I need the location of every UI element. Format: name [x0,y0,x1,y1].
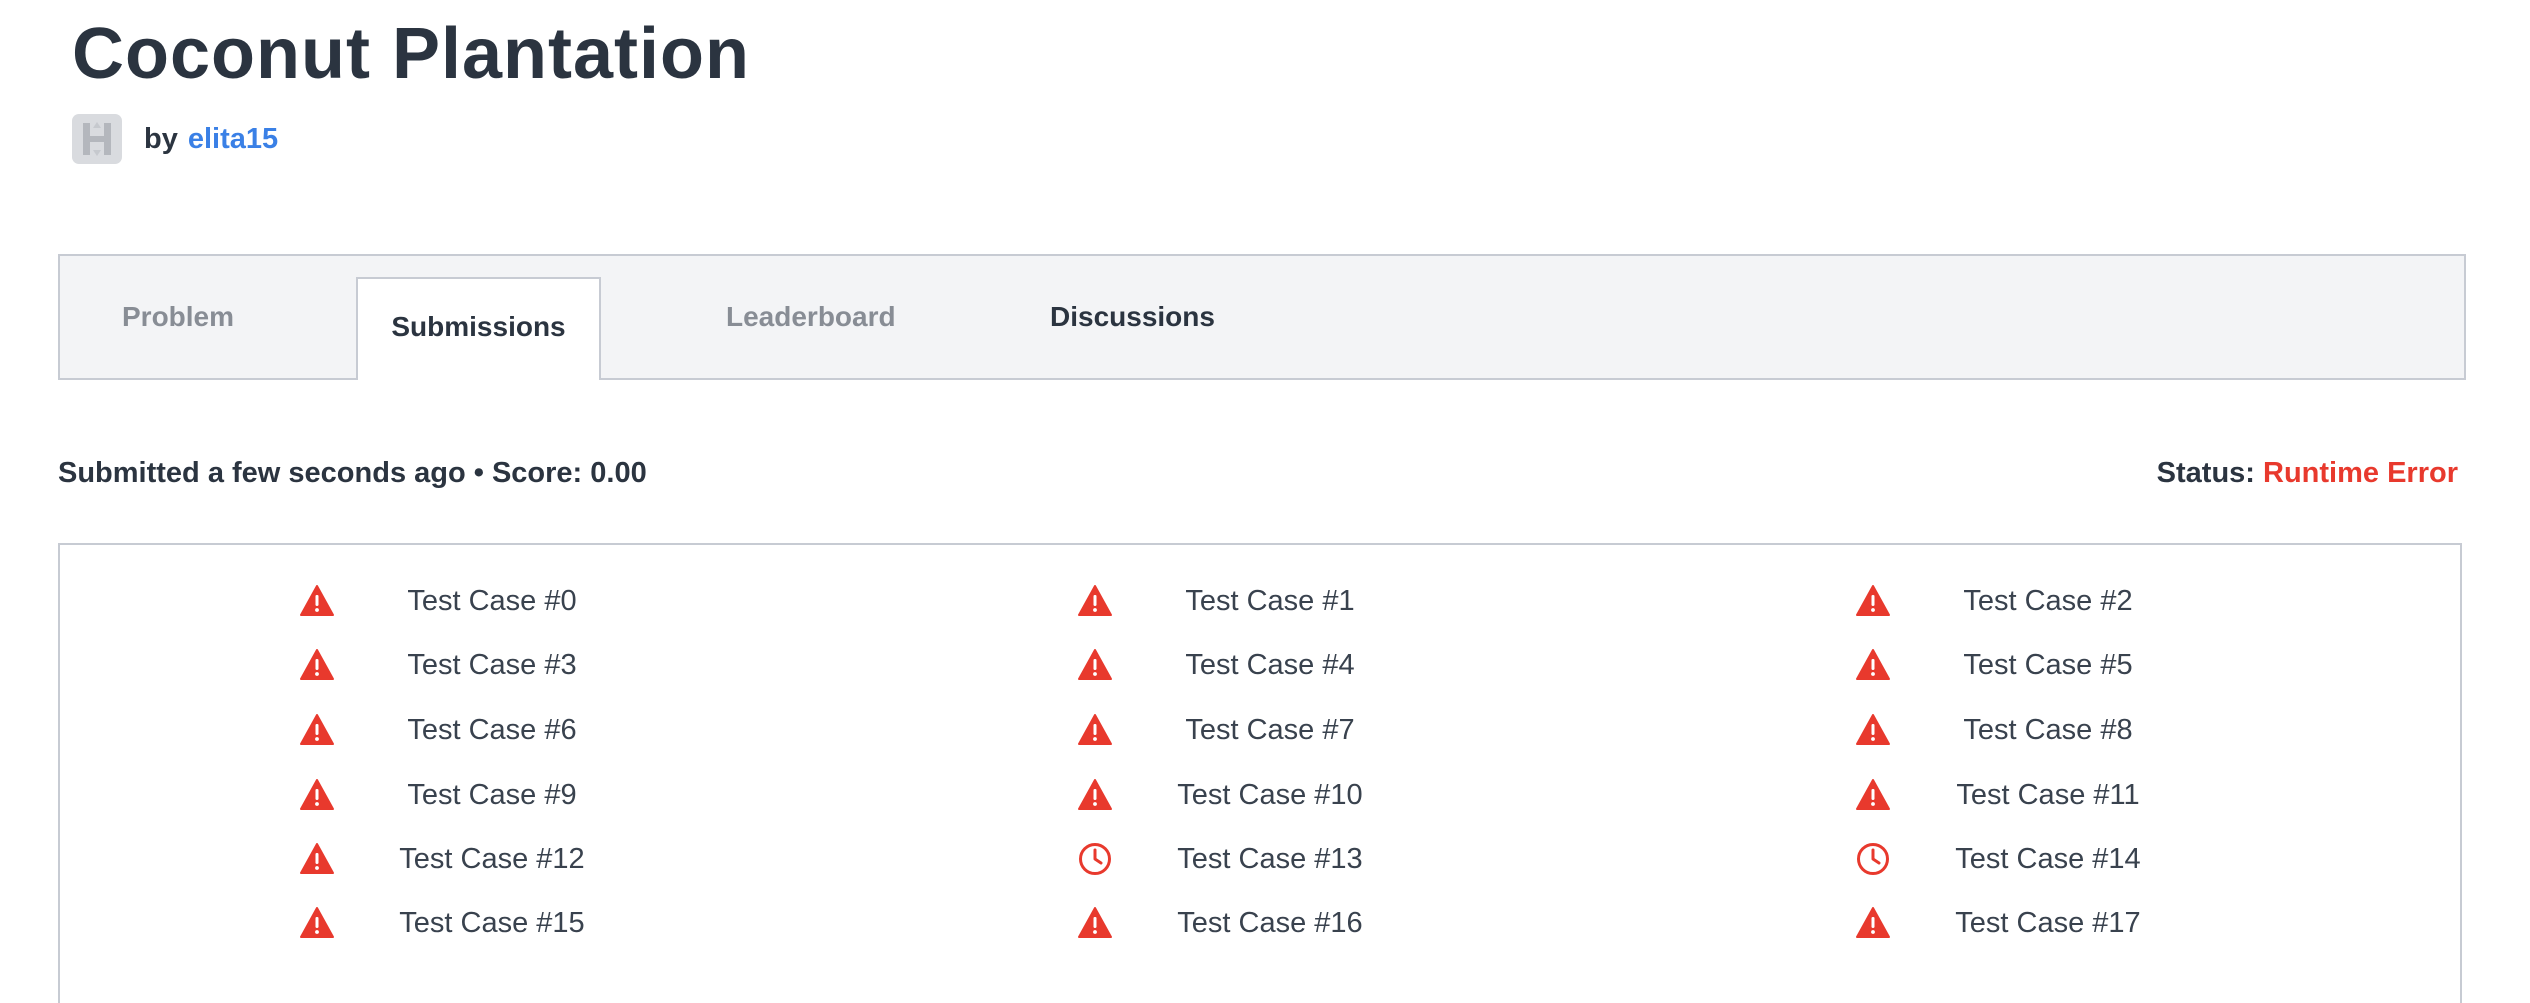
test-case-label: Test Case #12 [399,843,585,875]
test-case-label: Test Case #14 [1955,843,2141,875]
test-case-item[interactable]: Test Case #14 [1853,839,2193,879]
test-case-item[interactable]: Test Case #2 [1853,581,2193,621]
test-case-label: Test Case #15 [399,907,585,939]
warning-icon [297,710,337,750]
test-case-item[interactable]: Test Case #6 [297,710,637,750]
test-case-item[interactable]: Test Case #16 [1075,903,1415,943]
tab-submissions[interactable]: Submissions [356,277,601,380]
submission-summary: Submitted a few seconds ago • Score: 0.0… [58,457,647,489]
status-value: Runtime Error [2263,457,2458,489]
challenge-title: Coconut Plantation [72,14,750,94]
test-case-label: Test Case #7 [1185,714,1355,746]
submission-status: Status: Runtime Error [2157,457,2458,490]
tab-leaderboard[interactable]: Leaderboard [726,256,896,378]
warning-icon [1075,645,1115,685]
warning-icon [297,839,337,879]
tab-discussions[interactable]: Discussions [1050,256,1215,378]
clock-icon [1075,839,1115,879]
test-case-label: Test Case #8 [1963,714,2133,746]
test-case-item[interactable]: Test Case #4 [1075,645,1415,685]
by-label: by [144,122,178,155]
warning-icon [1075,903,1115,943]
hackerrank-logo-icon [72,114,122,164]
test-case-item[interactable]: Test Case #3 [297,645,637,685]
clock-icon [1853,839,1893,879]
warning-icon [1075,775,1115,815]
test-case-label: Test Case #0 [407,585,577,617]
test-case-item[interactable]: Test Case #11 [1853,775,2193,815]
test-case-item[interactable]: Test Case #10 [1075,775,1415,815]
test-case-label: Test Case #11 [1956,779,2140,811]
test-case-item[interactable]: Test Case #5 [1853,645,2193,685]
test-case-item[interactable]: Test Case #8 [1853,710,2193,750]
author-row: by elita15 [72,114,278,164]
author-link[interactable]: elita15 [188,123,278,156]
test-case-label: Test Case #3 [407,649,577,681]
test-case-item[interactable]: Test Case #0 [297,581,637,621]
test-case-label: Test Case #9 [407,779,577,811]
test-case-label: Test Case #1 [1185,585,1355,617]
test-case-label: Test Case #10 [1177,779,1363,811]
warning-icon [297,775,337,815]
test-case-item[interactable]: Test Case #17 [1853,903,2193,943]
test-case-item[interactable]: Test Case #13 [1075,839,1415,879]
warning-icon [297,903,337,943]
test-case-label: Test Case #5 [1963,649,2133,681]
test-case-item[interactable]: Test Case #15 [297,903,637,943]
test-case-results: Test Case #0 Test Case #1 Test Case #2 Test… [58,543,2462,1003]
warning-icon [1075,581,1115,621]
status-label: Status: [2156,457,2255,489]
warning-icon [1853,710,1893,750]
test-case-item[interactable]: Test Case #1 [1075,581,1415,621]
test-case-label: Test Case #4 [1185,649,1355,681]
test-case-label: Test Case #16 [1177,907,1363,939]
challenge-tabs: Problem Submissions Leaderboard Discussi… [58,254,2466,380]
test-case-item[interactable]: Test Case #7 [1075,710,1415,750]
test-case-label: Test Case #2 [1963,585,2133,617]
test-case-label: Test Case #17 [1955,907,2141,939]
warning-icon [1075,710,1115,750]
warning-icon [1853,581,1893,621]
test-case-item[interactable]: Test Case #9 [297,775,637,815]
test-case-label: Test Case #6 [407,714,577,746]
test-case-item[interactable]: Test Case #12 [297,839,637,879]
warning-icon [1853,775,1893,815]
tab-problem[interactable]: Problem [122,256,234,378]
warning-icon [297,645,337,685]
warning-icon [297,581,337,621]
warning-icon [1853,645,1893,685]
test-case-label: Test Case #13 [1177,843,1363,875]
warning-icon [1853,903,1893,943]
